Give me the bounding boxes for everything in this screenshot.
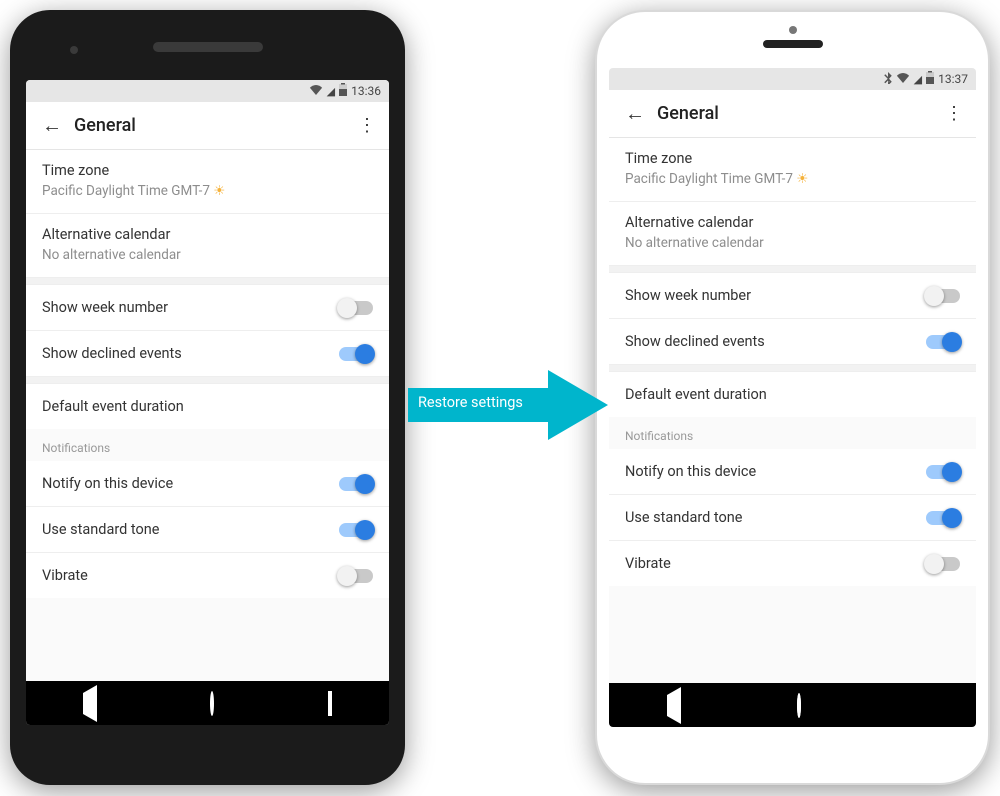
nav-back-icon[interactable] xyxy=(83,693,97,714)
page-title: General xyxy=(74,115,355,136)
sun-icon: ☀ xyxy=(213,183,225,199)
cell-signal-icon: ◢ xyxy=(914,73,922,86)
setting-title: Vibrate xyxy=(625,555,671,572)
setting-declined-events[interactable]: Show declined events xyxy=(609,319,976,364)
status-bar: ◢ 13:37 xyxy=(609,68,976,90)
setting-alt-calendar[interactable]: Alternative calendar No alternative cale… xyxy=(26,214,389,277)
setting-standard-tone[interactable]: Use standard tone xyxy=(609,495,976,540)
nav-home-icon[interactable] xyxy=(797,695,801,716)
section-gap xyxy=(609,265,976,273)
screen-left: ◢ 13:36 ← General ⋮ Time zone Pacific Da… xyxy=(26,80,389,725)
nav-recent-icon[interactable] xyxy=(328,693,332,714)
back-icon[interactable]: ← xyxy=(619,101,651,126)
setting-vibrate[interactable]: Vibrate xyxy=(609,541,976,586)
setting-title: Use standard tone xyxy=(42,521,159,538)
sun-icon: ☀ xyxy=(796,171,808,187)
setting-title: Time zone xyxy=(625,150,960,167)
wifi-icon xyxy=(309,84,323,98)
bluetooth-icon xyxy=(884,72,892,87)
toggle-standard-tone[interactable] xyxy=(339,523,373,537)
status-time: 13:36 xyxy=(351,84,381,98)
battery-icon xyxy=(926,71,934,87)
setting-standard-tone[interactable]: Use standard tone xyxy=(26,507,389,552)
setting-timezone[interactable]: Time zone Pacific Daylight Time GMT-7 ☀ xyxy=(609,138,976,201)
setting-title: Alternative calendar xyxy=(625,214,960,231)
status-bar: ◢ 13:36 xyxy=(26,80,389,102)
setting-title: Show week number xyxy=(42,299,168,316)
toggle-week-number[interactable] xyxy=(926,289,960,303)
setting-title: Alternative calendar xyxy=(42,226,373,243)
toggle-declined-events[interactable] xyxy=(339,347,373,361)
section-gap xyxy=(26,376,389,384)
setting-title: Use standard tone xyxy=(625,509,742,526)
status-time: 13:37 xyxy=(938,72,968,86)
toggle-notify-device[interactable] xyxy=(339,477,373,491)
setting-default-duration[interactable]: Default event duration xyxy=(26,384,389,429)
nav-back-icon[interactable] xyxy=(667,695,681,716)
setting-declined-events[interactable]: Show declined events xyxy=(26,331,389,376)
wifi-icon xyxy=(896,72,910,86)
app-bar: ← General ⋮ xyxy=(26,102,389,150)
toggle-week-number[interactable] xyxy=(339,301,373,315)
overflow-menu-icon[interactable]: ⋮ xyxy=(942,103,966,124)
setting-title: Notify on this device xyxy=(625,463,756,480)
speaker-grille xyxy=(153,42,263,52)
toggle-vibrate[interactable] xyxy=(339,569,373,583)
settings-list[interactable]: Time zone Pacific Daylight Time GMT-7 ☀ … xyxy=(26,150,389,681)
setting-title: Notify on this device xyxy=(42,475,173,492)
setting-alt-calendar[interactable]: Alternative calendar No alternative cale… xyxy=(609,202,976,265)
front-camera xyxy=(789,26,797,34)
arrow-label: Restore settings xyxy=(418,394,523,411)
setting-notify-device[interactable]: Notify on this device xyxy=(26,461,389,506)
setting-value: No alternative calendar xyxy=(42,247,373,263)
settings-list[interactable]: Time zone Pacific Daylight Time GMT-7 ☀ … xyxy=(609,138,976,683)
toggle-vibrate[interactable] xyxy=(926,557,960,571)
speaker-grille xyxy=(763,40,823,48)
restore-arrow: Restore settings xyxy=(398,370,608,440)
setting-timezone[interactable]: Time zone Pacific Daylight Time GMT-7 ☀ xyxy=(26,150,389,213)
toggle-standard-tone[interactable] xyxy=(926,511,960,525)
page-title: General xyxy=(657,103,942,124)
setting-title: Vibrate xyxy=(42,567,88,584)
section-header-notifications: Notifications xyxy=(26,429,389,461)
back-icon[interactable]: ← xyxy=(36,113,68,138)
battery-icon xyxy=(339,83,347,99)
nav-bar xyxy=(609,683,976,727)
setting-title: Default event duration xyxy=(42,398,373,415)
setting-notify-device[interactable]: Notify on this device xyxy=(609,449,976,494)
app-bar: ← General ⋮ xyxy=(609,90,976,138)
toggle-declined-events[interactable] xyxy=(926,335,960,349)
overflow-menu-icon[interactable]: ⋮ xyxy=(355,115,379,136)
cell-signal-icon: ◢ xyxy=(327,85,335,98)
setting-title: Time zone xyxy=(42,162,373,179)
setting-value: No alternative calendar xyxy=(625,235,960,251)
setting-title: Default event duration xyxy=(625,386,960,403)
screen-right: ◢ 13:37 ← General ⋮ Time zone Pacific Da… xyxy=(609,68,976,727)
phone-frame-left: ◢ 13:36 ← General ⋮ Time zone Pacific Da… xyxy=(10,10,405,785)
setting-vibrate[interactable]: Vibrate xyxy=(26,553,389,598)
setting-value: Pacific Daylight Time GMT-7 ☀ xyxy=(625,171,960,187)
nav-bar xyxy=(26,681,389,725)
section-gap xyxy=(609,364,976,372)
setting-week-number[interactable]: Show week number xyxy=(26,285,389,330)
setting-week-number[interactable]: Show week number xyxy=(609,273,976,318)
section-gap xyxy=(26,277,389,285)
setting-default-duration[interactable]: Default event duration xyxy=(609,372,976,417)
setting-title: Show declined events xyxy=(625,333,765,350)
setting-title: Show week number xyxy=(625,287,751,304)
toggle-notify-device[interactable] xyxy=(926,465,960,479)
front-camera xyxy=(70,46,78,54)
setting-title: Show declined events xyxy=(42,345,182,362)
nav-home-icon[interactable] xyxy=(210,693,214,714)
setting-value: Pacific Daylight Time GMT-7 ☀ xyxy=(42,183,373,199)
section-header-notifications: Notifications xyxy=(609,417,976,449)
phone-frame-right: ◢ 13:37 ← General ⋮ Time zone Pacific Da… xyxy=(595,10,990,785)
